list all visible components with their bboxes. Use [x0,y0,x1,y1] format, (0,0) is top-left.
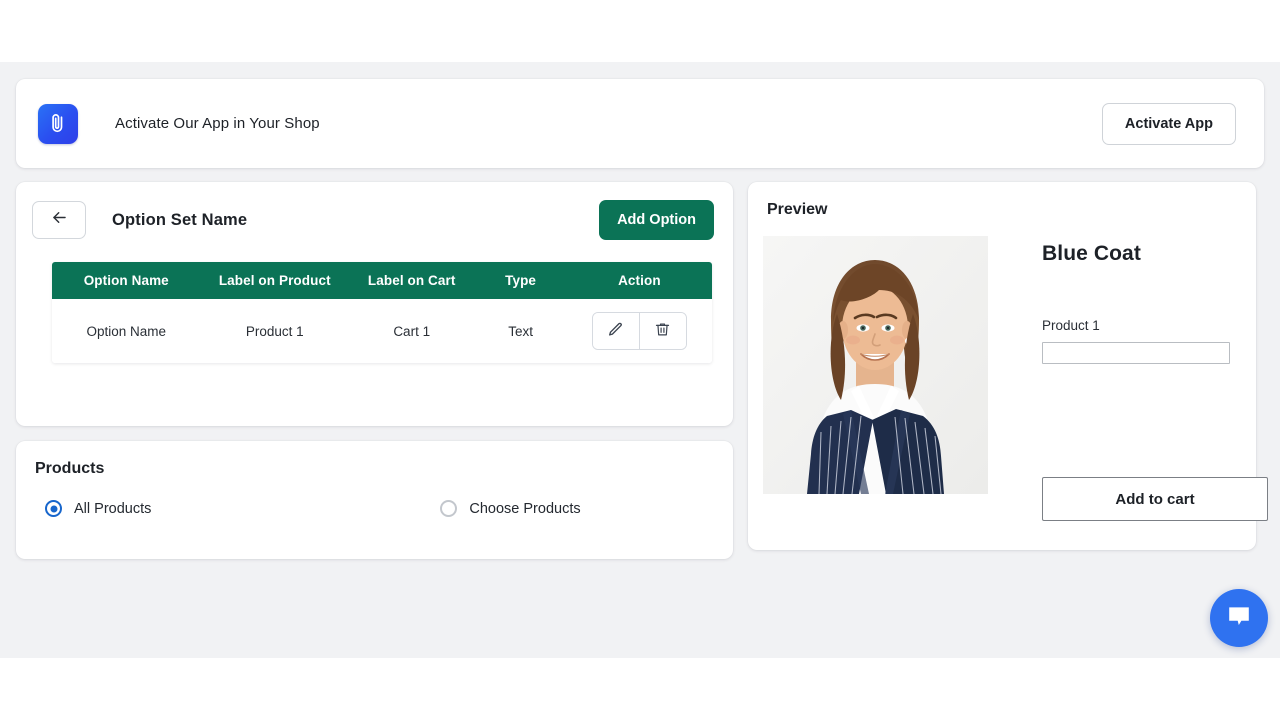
options-table: Option Name Label on Product Label on Ca… [52,262,712,363]
column-header-type: Type [474,262,567,299]
preview-option-input[interactable] [1042,342,1230,364]
delete-row-button[interactable] [638,313,686,349]
cell-label-on-product: Product 1 [200,299,349,363]
product-image [763,236,988,494]
radio-indicator-all-products[interactable] [45,500,62,517]
chat-bubble-icon [1225,602,1253,635]
column-header-action: Action [566,262,712,299]
radio-option-all-products[interactable]: All Products [45,500,151,517]
column-header-option-name: Option Name [52,262,201,299]
trash-icon [654,321,671,341]
row-action-group [591,312,687,350]
radio-label-all-products: All Products [74,500,152,517]
cell-label-on-cart: Cart 1 [349,299,475,363]
options-table-wrapper: Option Name Label on Product Label on Ca… [52,262,712,363]
activate-banner-title: Activate Our App in Your Shop [115,115,320,132]
preview-product-title: Blue Coat [1042,242,1141,265]
edit-row-button[interactable] [592,313,639,349]
activate-app-button[interactable]: Activate App [1101,102,1236,145]
radio-option-choose-products[interactable]: Choose Products [440,500,581,517]
option-set-title: Option Set Name [112,210,248,229]
preview-option-label: Product 1 [1042,318,1100,333]
cell-type: Text [474,299,567,363]
back-button[interactable] [32,201,86,239]
paperclip-app-logo-icon [38,103,78,144]
radio-label-choose-products: Choose Products [469,500,581,517]
cell-option-name: Option Name [52,299,201,363]
arrow-left-icon [50,208,69,232]
activate-app-banner: Activate Our App in Your Shop Activate A… [16,79,1264,168]
app-root: Activate Our App in Your Shop Activate A… [0,0,1280,720]
cell-actions [566,299,712,363]
column-header-label-on-product: Label on Product [200,262,349,299]
options-table-body: Option Name Product 1 Cart 1 Text [52,299,712,363]
add-to-cart-button[interactable]: Add to cart [1042,477,1268,521]
products-card: Products All Products Choose Products [16,441,733,559]
preview-card: Preview Blue Coat Product 1 Add to cart [748,182,1268,550]
option-set-card: Option Set Name Add Option Option Name L… [16,182,733,426]
add-option-button[interactable]: Add Option [599,200,714,240]
radio-indicator-choose-products[interactable] [440,500,458,517]
chat-widget-button[interactable] [1210,589,1268,647]
pencil-icon [607,321,624,341]
table-row: Option Name Product 1 Cart 1 Text [52,299,712,363]
products-radio-group: All Products Choose Products [45,500,733,517]
column-header-label-on-cart: Label on Cart [349,262,475,299]
preview-details: Blue Coat Product 1 Add to cart [988,236,1268,521]
preview-title: Preview [767,201,828,218]
table-header-row: Option Name Label on Product Label on Ca… [52,262,712,299]
options-table-head: Option Name Label on Product Label on Ca… [52,262,712,299]
products-title: Products [35,460,105,477]
